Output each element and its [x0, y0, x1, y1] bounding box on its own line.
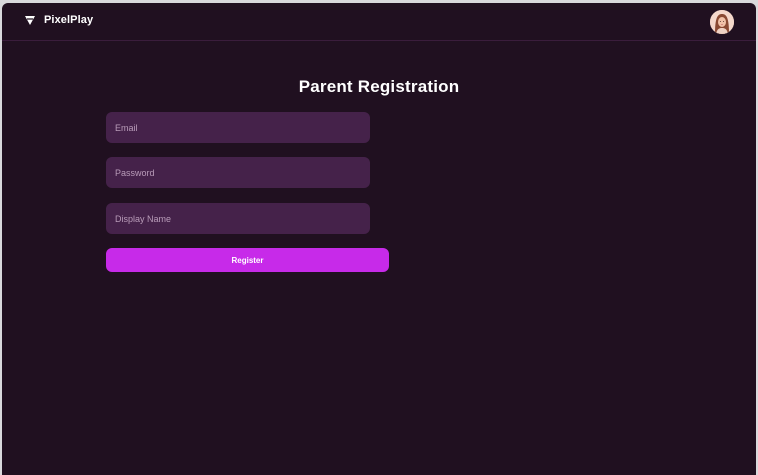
brand-name: PixelPlay [44, 14, 94, 26]
password-field[interactable] [106, 157, 370, 188]
display-name-field[interactable] [106, 203, 370, 234]
email-field[interactable] [106, 112, 370, 143]
app-window: PixelPlay Parent Registration Register [2, 3, 756, 475]
brand-logo[interactable]: PixelPlay [24, 14, 93, 26]
top-navigation-bar: PixelPlay [2, 3, 756, 41]
user-avatar[interactable] [710, 10, 734, 34]
avatar-portrait-icon [710, 10, 734, 34]
triangle-down-icon [25, 16, 35, 25]
register-button[interactable]: Register [106, 248, 389, 272]
page-title: Parent Registration [298, 77, 460, 96]
